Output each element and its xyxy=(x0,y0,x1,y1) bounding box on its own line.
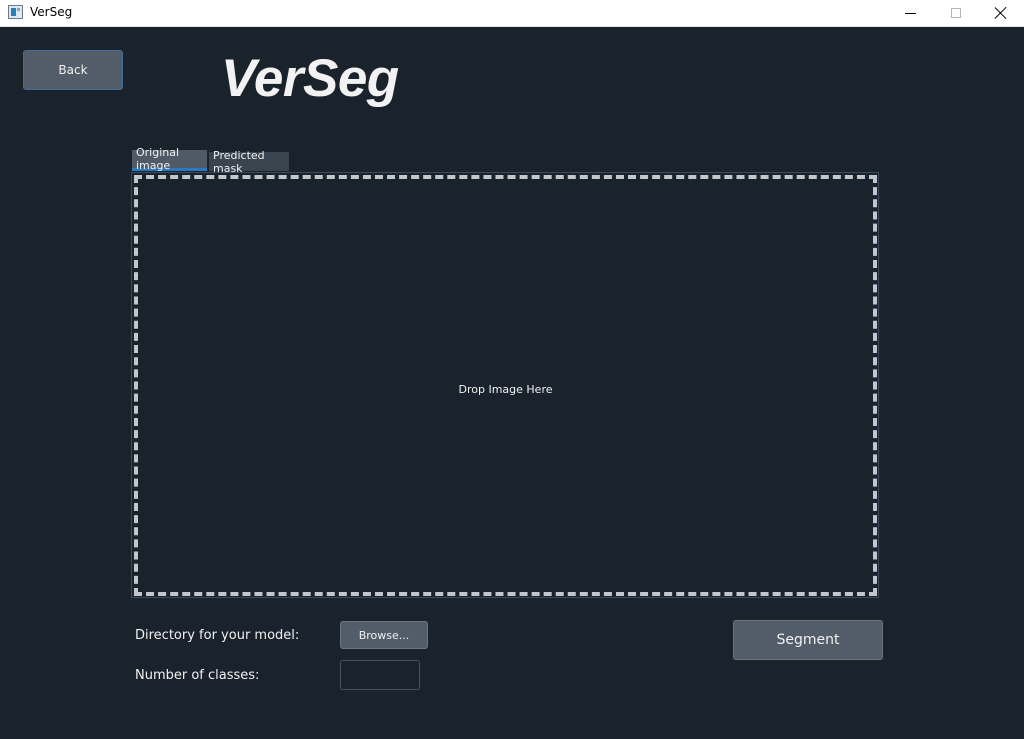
number-of-classes-input[interactable] xyxy=(340,660,420,690)
minimize-button[interactable] xyxy=(887,0,933,26)
app-title: VerSeg xyxy=(221,49,399,108)
close-button[interactable] xyxy=(978,0,1024,26)
window-titlebar: VerSeg xyxy=(0,0,1024,27)
model-directory-label: Directory for your model: xyxy=(135,628,300,643)
number-of-classes-label: Number of classes: xyxy=(135,668,260,683)
window-title: VerSeg xyxy=(30,5,73,19)
maximize-icon xyxy=(951,8,961,18)
tab-original-image[interactable]: Original image xyxy=(132,146,207,172)
close-icon xyxy=(994,6,1008,20)
tab-predicted-mask[interactable]: Predicted mask xyxy=(209,149,289,175)
browse-button[interactable]: Browse... xyxy=(340,621,428,649)
back-button[interactable]: Back xyxy=(23,50,123,90)
image-drop-zone[interactable]: Drop Image Here xyxy=(134,175,877,596)
drop-zone-label: Drop Image Here xyxy=(458,383,553,396)
app-icon xyxy=(8,5,23,19)
minimize-icon xyxy=(904,12,916,14)
segment-button[interactable]: Segment xyxy=(733,620,883,660)
maximize-button[interactable] xyxy=(933,0,979,26)
